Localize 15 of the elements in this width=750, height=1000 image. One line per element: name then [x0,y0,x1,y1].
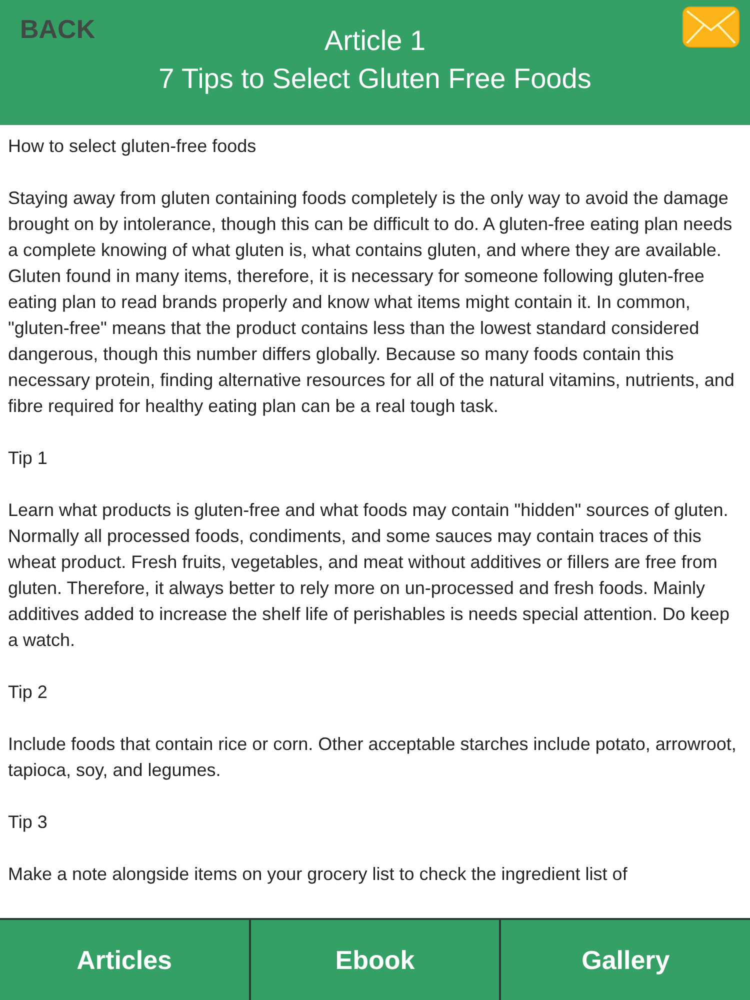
mail-envelope-icon[interactable] [682,6,740,48]
article-paragraph: Make a note alongside items on your grocery list to check the ingredient list of [8,863,628,886]
nav-tab[interactable]: Articles [0,920,249,1000]
article-paragraph: Learn what products is gluten-free and what foods may contain "hidden" sources of gluten. Normally all processed foods, condiments, and some sauces may contain traces of this wheat product. Fresh fruits, vegetables, and meat without additives or fillers are free from gluten. Therefore, it always better to rely more on un-processed and fresh foods. Mainly additives added to increase the shelf life of perishables is needs special attention. Do keep a watch. [8,499,730,652]
article-paragraph: Staying away from gluten containing foods completely is the only way to avoid the damage brought on by intolerance, though this can be difficult to do. A gluten-free eating plan needs a complete knowing of what gluten is, what contains gluten, and where they are available. Gluten found in many items, therefore, it is necessary for someone following gluten-free eating plan to read brands properly and know what items might contain it. In common, "gluten-free" means that the product contains less than the lowest standard considered dangerous, though this number differs globally. Because so many foods contain this necessary protein, finding alternative resources for all of the natural vitamins, nutrients, and fibre required for healthy eating plan can be a real tough task. [8,187,736,418]
article-subtitle: 7 Tips to Select Gluten Free Foods [158,62,592,96]
article-paragraph: How to select gluten-free foods [8,135,258,158]
article-paragraph: Tip 3 [8,811,48,834]
nav-tab[interactable]: Gallery [501,920,750,1000]
back-button[interactable]: BACK [20,10,96,49]
article-paragraph: Tip 1 [8,447,48,470]
article-paragraph: Include foods that contain rice or corn. Other acceptable starches include potato, arrowroot, tapioca, soy, and legumes. [8,733,738,782]
article-paragraph: Tip 2 [8,681,48,704]
article-title: Article 1 [324,24,426,58]
nav-tab[interactable]: Ebook [250,920,500,1000]
